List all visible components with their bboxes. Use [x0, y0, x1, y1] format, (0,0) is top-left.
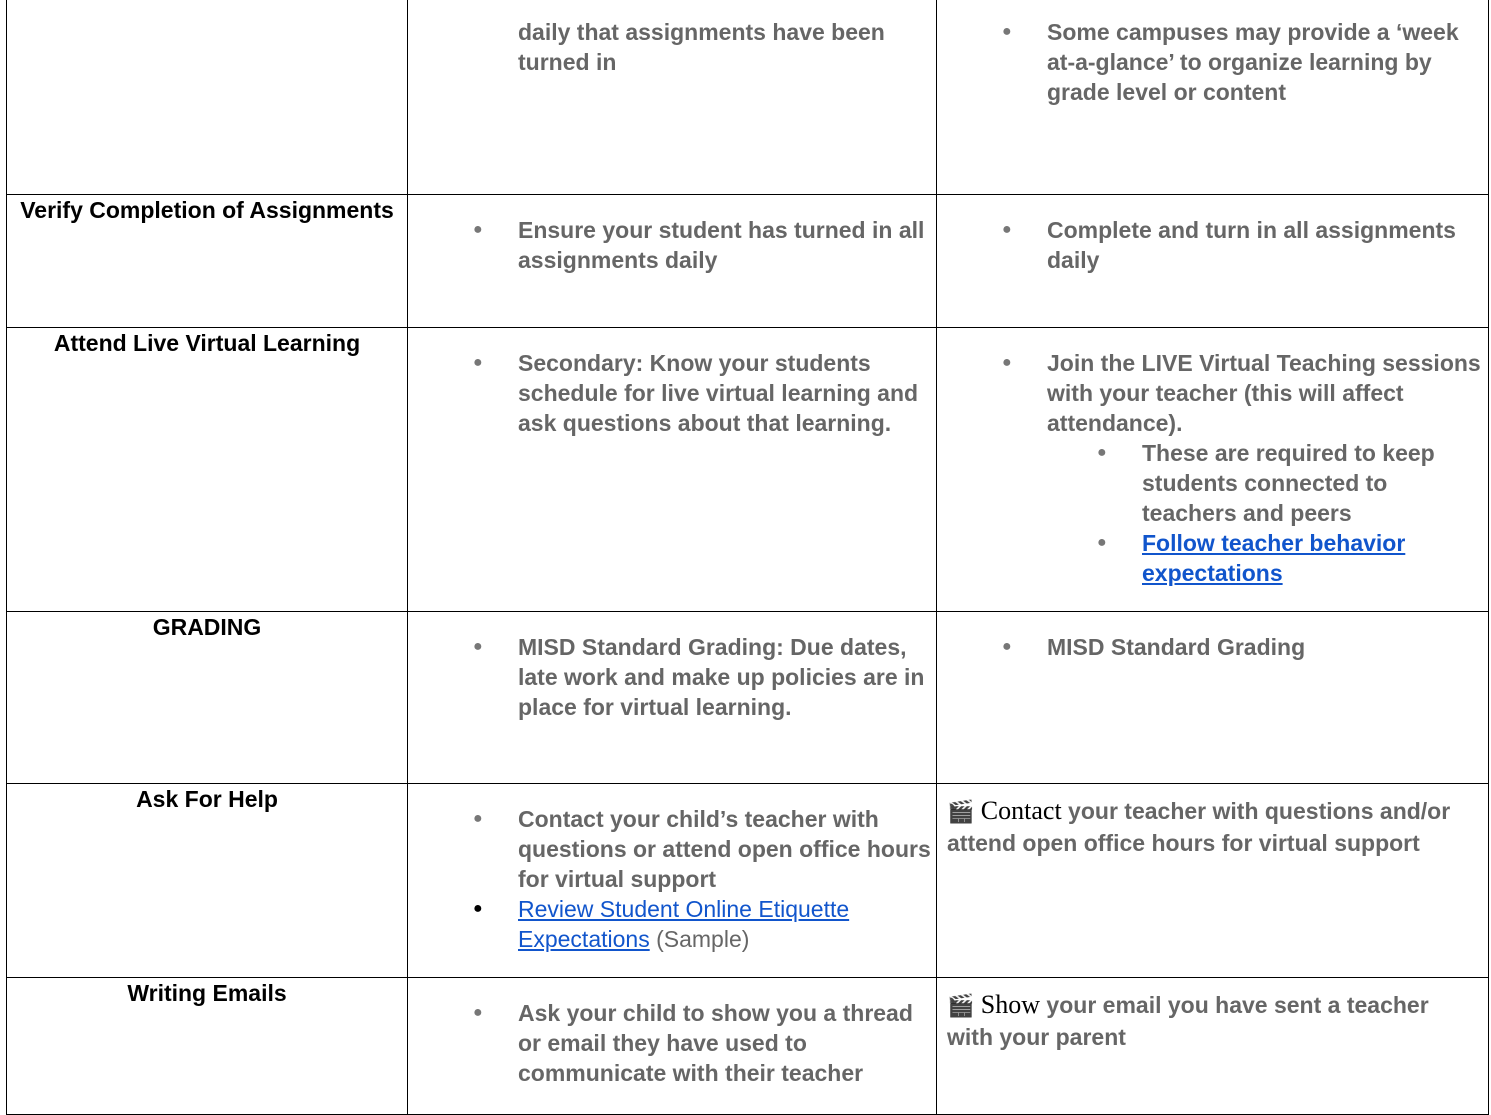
row-title: Attend Live Virtual Learning [6, 327, 408, 612]
table-row: Attend Live Virtual Learning ● Secondary:… [6, 327, 1489, 612]
parent-cell: ● Ask your child to show you a thread or … [407, 977, 937, 1115]
list-item: ● Secondary: Know your students schedule … [473, 350, 919, 436]
bullet-icon: ● [473, 810, 483, 827]
bullet-icon: ● [1097, 444, 1107, 461]
bullet-icon: ● [473, 221, 483, 238]
bullet-icon: ● [473, 1004, 483, 1021]
bullet-icon: ● [1002, 221, 1012, 238]
table-row: GRADING ● MISD Standard Grading: Due date… [6, 611, 1489, 784]
behavior-expectations-link[interactable]: Follow teacher behavior expectations [1142, 530, 1405, 586]
list-item: ● MISD Standard Grading: Due dates, late … [473, 634, 925, 720]
bullet-icon: ● [1002, 638, 1012, 655]
bullet-icon: ● [473, 638, 483, 655]
table-row: Ask For Help ● Contact your child’s teach… [6, 783, 1489, 978]
bullet-icon: ● [473, 900, 483, 917]
list-item: ● Contact your child’s teacher with quest… [473, 806, 931, 892]
list-item: ● MISD Standard Grading [1002, 634, 1306, 660]
list-item: ● Complete and turn in all assignments da… [1002, 217, 1456, 273]
row-title: GRADING [6, 611, 408, 784]
list-item: ● Ensure your student has turned in all a… [473, 217, 925, 273]
row-title: Ask For Help [6, 783, 408, 978]
student-cell: ● MISD Standard Grading [936, 611, 1489, 784]
bullet-icon: ● [1097, 534, 1107, 551]
student-text: 🎬 Show your email you have sent a teache… [947, 990, 1429, 1050]
bullet-icon: ● [1002, 23, 1012, 40]
student-text: 🎬 Contact your teacher with questions an… [947, 796, 1451, 856]
list-item: ● These are required to keep students con… [1097, 440, 1435, 526]
list-item: ● Ask your child to show you a thread or … [473, 1000, 913, 1086]
parent-text: daily that assignments have been turned … [518, 19, 885, 75]
student-cell: 🎬 Contact your teacher with questions an… [936, 783, 1489, 978]
student-cell: ● Some campuses may provide a ‘week at-a-… [936, 0, 1489, 195]
student-cell: 🎬 Show your email you have sent a teache… [936, 977, 1489, 1115]
table-row: Writing Emails ● Ask your child to show y… [6, 977, 1489, 1115]
clapperboard-icon: 🎬 [947, 994, 975, 1019]
parent-cell: daily that assignments have been turned … [407, 0, 937, 195]
parent-cell: ● Contact your child’s teacher with quest… [407, 783, 937, 978]
bullet-icon: ● [473, 354, 483, 371]
row-title: Verify Completion of Assignments [6, 194, 408, 328]
table-row: Verify Completion of Assignments ● Ensure… [6, 194, 1489, 328]
list-item: ● Follow teacher behavior expectations [1097, 528, 1488, 588]
row-title [6, 0, 408, 195]
student-cell: ● Complete and turn in all assignments da… [936, 194, 1489, 328]
list-item: ● Join the LIVE Virtual Teaching sessions… [1002, 348, 1488, 588]
parent-cell: ● Ensure your student has turned in all a… [407, 194, 937, 328]
parent-cell: ● Secondary: Know your students schedule … [407, 327, 937, 612]
row-title: Writing Emails [6, 977, 408, 1115]
parent-cell: ● MISD Standard Grading: Due dates, late … [407, 611, 937, 784]
list-item: ● Some campuses may provide a ‘week at-a-… [1002, 19, 1459, 105]
student-cell: ● Join the LIVE Virtual Teaching sessions… [936, 327, 1489, 612]
list-item: ● Review Student Online Etiquette Expecta… [473, 896, 850, 952]
expectations-table: daily that assignments have been turned … [6, 0, 1489, 1115]
clapperboard-icon: 🎬 [947, 800, 975, 825]
bullet-icon: ● [1002, 354, 1012, 371]
table-row: daily that assignments have been turned … [6, 0, 1489, 195]
